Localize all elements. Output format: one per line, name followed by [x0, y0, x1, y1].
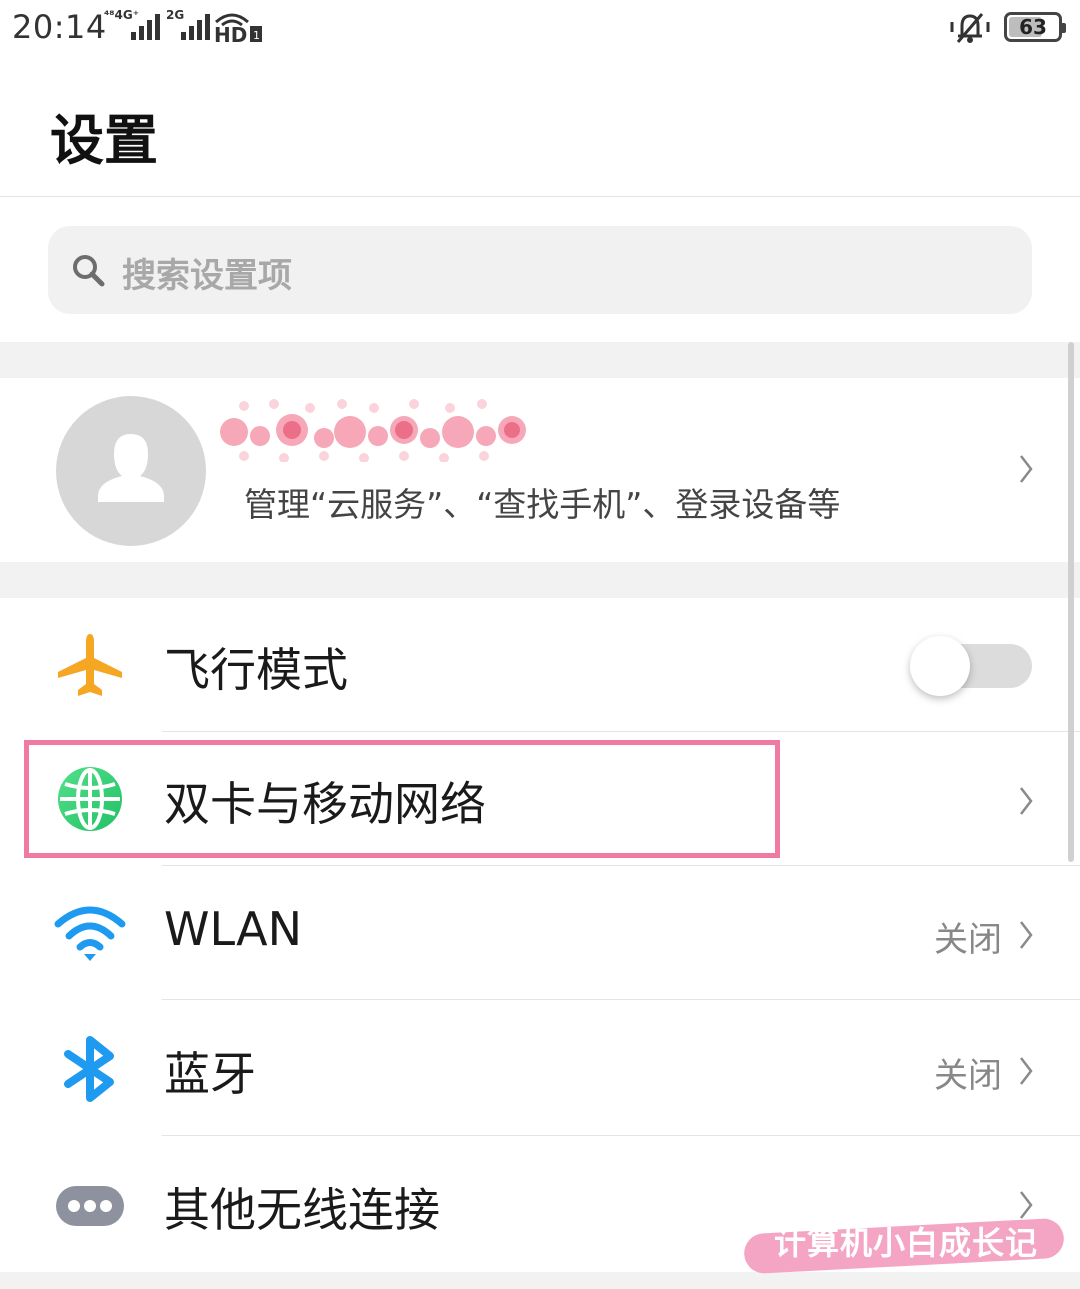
bluetooth-status: 关闭: [934, 1056, 1002, 1096]
airplane-mode-row[interactable]: 飞行模式: [0, 598, 1080, 732]
chevron-right-icon: [1020, 1057, 1033, 1085]
chevron-right-icon: [1020, 787, 1033, 815]
section-divider: [0, 562, 1080, 598]
avatar: [56, 396, 206, 546]
section-divider: [0, 1272, 1080, 1289]
row-divider: [162, 1135, 1080, 1136]
wifi-icon: [54, 906, 126, 961]
scrollbar[interactable]: [1068, 342, 1074, 862]
vibrate-mode-icon: [948, 8, 992, 48]
airplane-mode-toggle[interactable]: [910, 636, 1032, 696]
chevron-right-icon: [1020, 455, 1033, 483]
search-placeholder: 搜索设置项: [122, 256, 292, 296]
sim2-signal-icon: 2G: [166, 8, 210, 44]
watermark-text: 计算机小白成长记: [774, 1224, 1039, 1262]
wlan-label: WLAN: [164, 902, 303, 956]
wlan-status: 关闭: [934, 920, 1002, 960]
toggle-knob: [910, 636, 970, 696]
other-wireless-label: 其他无线连接: [164, 1183, 440, 1237]
section-divider: [0, 342, 1080, 378]
account-row[interactable]: 管理“云服务”、“查找手机”、登录设备等: [0, 378, 1080, 562]
hd-label: HD: [214, 23, 247, 44]
airplane-mode-label: 飞行模式: [164, 643, 348, 697]
title-divider: [0, 196, 1080, 197]
row-divider: [162, 999, 1080, 1000]
account-description: 管理“云服务”、“查找手机”、登录设备等: [244, 485, 841, 524]
search-icon: [73, 255, 105, 287]
watermark: 计算机小白成长记: [743, 1212, 1065, 1275]
page-title: 设置: [50, 109, 158, 172]
bluetooth-row[interactable]: 蓝牙 关闭: [0, 1002, 1080, 1136]
highlight-box: [24, 740, 780, 858]
status-bar: 20:14 ⁴⁸4G⁺ 2G HD 1 63: [0, 0, 1080, 56]
bluetooth-icon: [64, 1036, 114, 1102]
wlan-row[interactable]: WLAN 关闭: [0, 866, 1080, 1000]
svg-text:1: 1: [253, 29, 260, 42]
search-input[interactable]: 搜索设置项: [48, 226, 1032, 314]
hd-voice-icon: HD 1: [212, 8, 264, 47]
bluetooth-label: 蓝牙: [164, 1047, 256, 1101]
airplane-icon: [58, 634, 122, 696]
status-time: 20:14: [12, 8, 107, 46]
chevron-right-icon: [1020, 921, 1033, 949]
battery-icon: 63: [1004, 12, 1066, 42]
user-icon: [98, 434, 164, 502]
more-connections-icon: [56, 1186, 124, 1226]
sim1-signal-icon: ⁴⁸4G⁺: [104, 8, 160, 44]
battery-level: 63: [1019, 15, 1047, 39]
account-name-redacted: [220, 399, 526, 462]
